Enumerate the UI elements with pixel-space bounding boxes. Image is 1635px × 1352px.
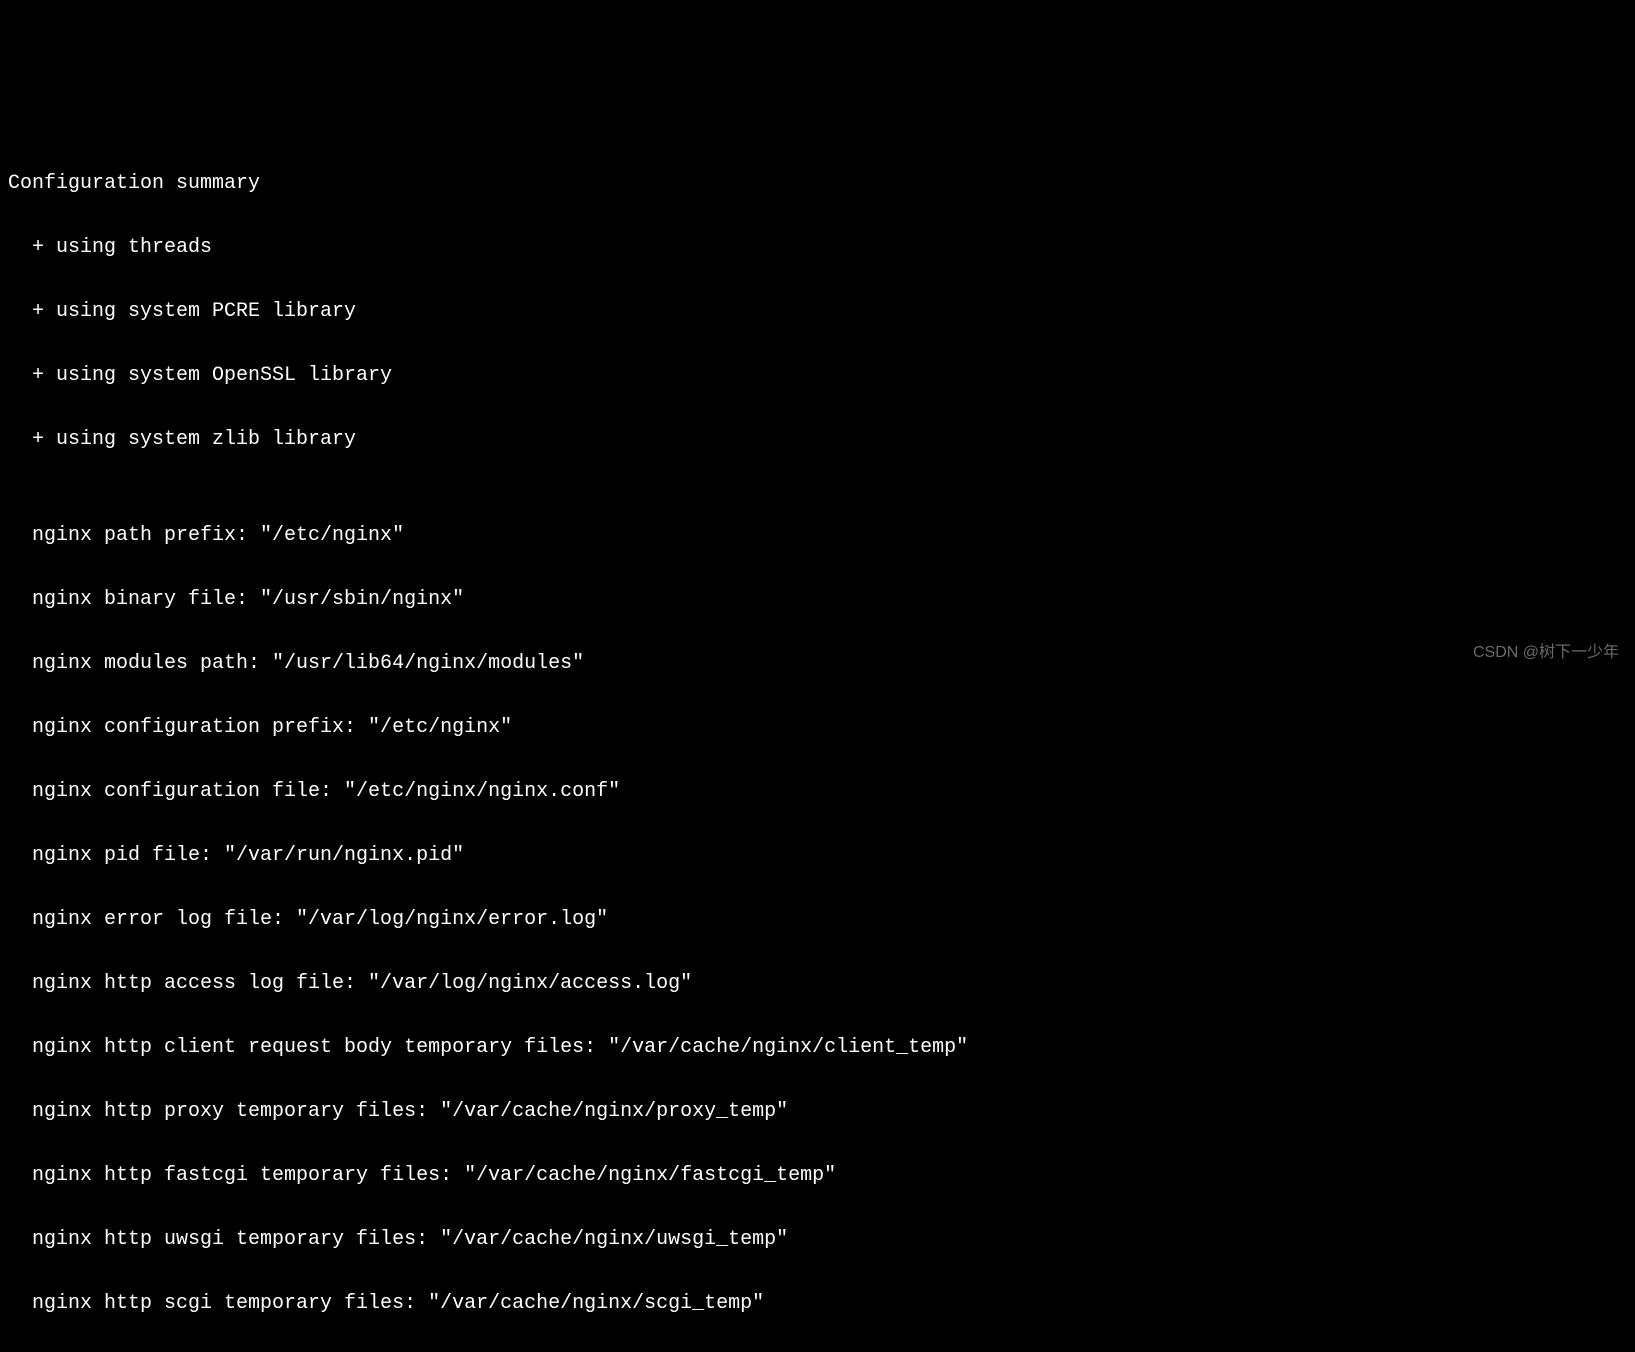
feature-line: + using system zlib library <box>8 424 1627 456</box>
nginx-pid-file: nginx pid file: "/var/run/nginx.pid" <box>8 840 1627 872</box>
nginx-config-file: nginx configuration file: "/etc/nginx/ng… <box>8 776 1627 808</box>
feature-line: + using system OpenSSL library <box>8 360 1627 392</box>
nginx-uwsgi-temp: nginx http uwsgi temporary files: "/var/… <box>8 1224 1627 1256</box>
config-summary-header: Configuration summary <box>8 168 1627 200</box>
nginx-scgi-temp: nginx http scgi temporary files: "/var/c… <box>8 1288 1627 1320</box>
nginx-config-prefix: nginx configuration prefix: "/etc/nginx" <box>8 712 1627 744</box>
nginx-error-log: nginx error log file: "/var/log/nginx/er… <box>8 904 1627 936</box>
nginx-client-temp: nginx http client request body temporary… <box>8 1032 1627 1064</box>
feature-line: + using threads <box>8 232 1627 264</box>
terminal-output: Configuration summary + using threads + … <box>8 136 1627 1352</box>
feature-line: + using system PCRE library <box>8 296 1627 328</box>
nginx-access-log: nginx http access log file: "/var/log/ng… <box>8 968 1627 1000</box>
watermark-text: CSDN @树下一少年 <box>1473 640 1619 666</box>
nginx-binary-file: nginx binary file: "/usr/sbin/nginx" <box>8 584 1627 616</box>
nginx-modules-path: nginx modules path: "/usr/lib64/nginx/mo… <box>8 648 1627 680</box>
nginx-fastcgi-temp: nginx http fastcgi temporary files: "/va… <box>8 1160 1627 1192</box>
nginx-path-prefix: nginx path prefix: "/etc/nginx" <box>8 520 1627 552</box>
nginx-proxy-temp: nginx http proxy temporary files: "/var/… <box>8 1096 1627 1128</box>
